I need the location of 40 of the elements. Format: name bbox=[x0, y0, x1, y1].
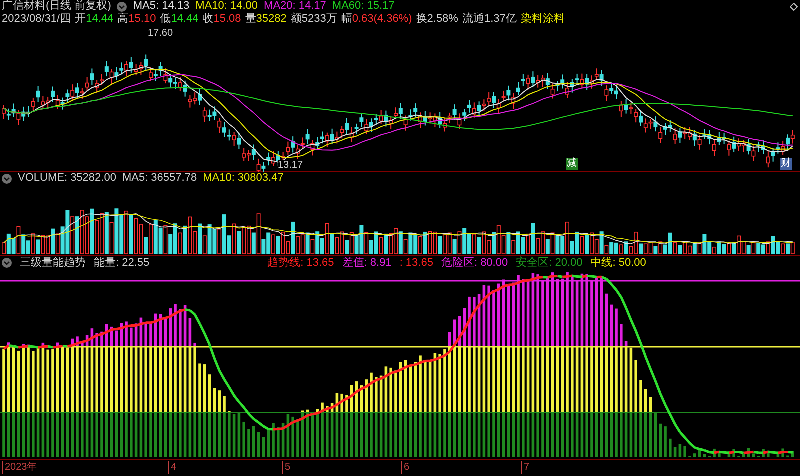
quote-field: 量35282 bbox=[245, 13, 287, 26]
ma-value: MA10: 14.00 bbox=[196, 0, 258, 13]
quote-field: 额5233万 bbox=[290, 13, 338, 26]
dropdown-icon[interactable] bbox=[2, 174, 12, 184]
dropdown-icon[interactable] bbox=[117, 2, 128, 12]
indicator-value: 安全区: 20.00 bbox=[516, 256, 583, 270]
date-text: 2023/08/31/四 bbox=[2, 13, 72, 26]
axis-label: 7 bbox=[521, 461, 530, 474]
diamond-icon[interactable] bbox=[790, 3, 798, 11]
axis-label: 5 bbox=[282, 461, 291, 474]
indicator-value: 趋势线: 13.65 bbox=[268, 256, 334, 270]
indicator-value: : 13.65 bbox=[400, 256, 434, 270]
indicator-value: 中线: 50.00 bbox=[590, 256, 646, 270]
axis-label: 6 bbox=[401, 461, 410, 474]
quote-field: 低14.44 bbox=[160, 13, 199, 26]
quote-field: 换2.58% bbox=[416, 13, 458, 26]
axis-label: 2023年 bbox=[2, 461, 38, 474]
quote-field: 幅0.63(4.36%) bbox=[341, 13, 412, 26]
low-price-label: 13.17 bbox=[278, 160, 304, 171]
quote-field: 高15.10 bbox=[118, 13, 156, 26]
stock-title: 广信材料(日线 前复权) bbox=[2, 0, 112, 13]
ma-value: MA5: 14.13 bbox=[133, 0, 190, 13]
ma-value: MA60: 15.17 bbox=[332, 0, 395, 13]
indicator-value: 差值: 8.91 bbox=[342, 256, 392, 270]
sector-text: 染料涂料 bbox=[520, 13, 565, 26]
indicator-title: 三级量能趋势 bbox=[20, 256, 86, 270]
quote-field: 开14.44 bbox=[75, 13, 114, 26]
volume-value: VOLUME: 35282.00 bbox=[18, 172, 116, 185]
indicator-value: 能量: 22.55 bbox=[94, 256, 150, 270]
quote-field: 收15.08 bbox=[202, 13, 242, 26]
quote-field: 流通1.37亿 bbox=[462, 13, 517, 26]
dropdown-icon[interactable] bbox=[2, 258, 12, 268]
event-badge: 减 bbox=[566, 158, 578, 170]
high-price-label: 17.60 bbox=[148, 27, 174, 40]
axis-label: 4 bbox=[168, 461, 177, 474]
event-badge: 财 bbox=[780, 158, 792, 170]
volume-value: MA10: 30803.47 bbox=[203, 172, 284, 185]
volume-value: MA5: 36557.78 bbox=[122, 172, 198, 185]
indicator-value: 危险区: 80.00 bbox=[441, 256, 508, 270]
ma-value: MA20: 14.17 bbox=[264, 0, 326, 12]
